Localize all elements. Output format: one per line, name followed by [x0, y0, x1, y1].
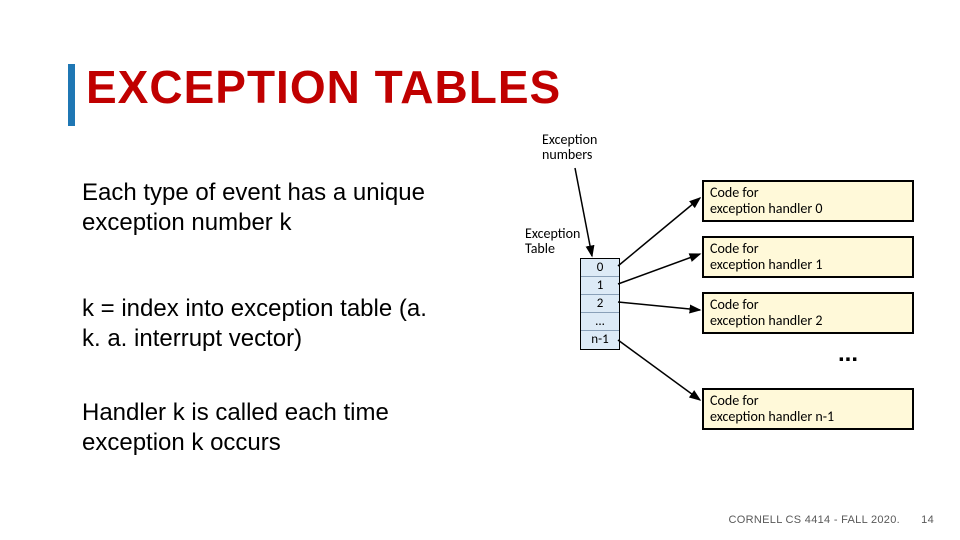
handler-box-1: Code forexception handler 1	[702, 236, 914, 278]
handler-box-2: Code forexception handler 2	[702, 292, 914, 334]
table-row: ...	[581, 313, 619, 331]
handler-box-0: Code forexception handler 0	[702, 180, 914, 222]
bullet-2: k = index into exception table (a. k. a.…	[82, 294, 442, 354]
bullet-1: Each type of event has a unique exceptio…	[82, 178, 442, 238]
handler-box-n1: Code forexception handler n-1	[702, 388, 914, 430]
exception-numbers-label: Exceptionnumbers	[542, 132, 597, 163]
title-accent-bar	[68, 64, 75, 126]
bullet-3: Handler k is called each time exception …	[82, 398, 442, 458]
table-row: 2	[581, 295, 619, 313]
handler-ellipsis: ...	[838, 340, 858, 368]
table-row: n-1	[581, 331, 619, 349]
slide-title: EXCEPTION TABLES	[86, 60, 561, 114]
footer-page-number: 14	[921, 514, 934, 526]
exception-table: 0 1 2 ... n-1	[580, 258, 620, 350]
footer-course: CORNELL CS 4414 - FALL 2020.	[729, 514, 900, 526]
table-row: 1	[581, 277, 619, 295]
exception-table-label: ExceptionTable	[525, 226, 580, 257]
table-row: 0	[581, 259, 619, 277]
